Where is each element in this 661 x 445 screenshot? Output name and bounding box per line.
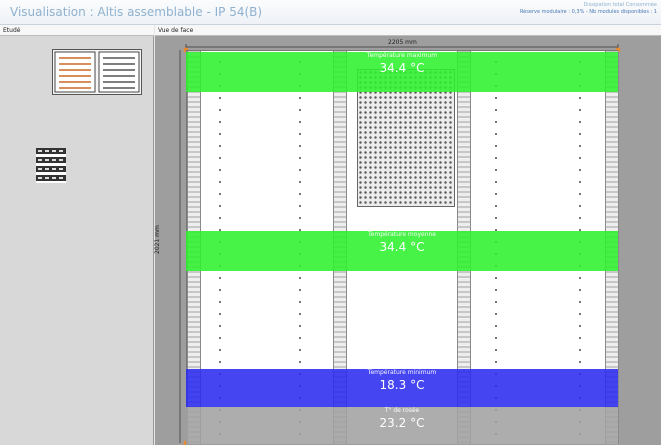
band-min-label: Température minimum — [367, 369, 437, 376]
width-dimension-label: 2205 mm — [388, 39, 417, 46]
band-max-value: 34.4 °C — [379, 61, 425, 75]
band-max-temperature: Température maximum 34.4 °C — [186, 52, 618, 92]
band-average-label: Température moyenne — [368, 231, 436, 238]
band-max-label: Température maximum — [366, 52, 438, 59]
band-dew-point-label: T° de rosée — [384, 407, 420, 414]
band-average-value: 34.4 °C — [379, 240, 425, 254]
band-average-temperature: Température moyenne 34.4 °C — [186, 231, 618, 271]
height-dimension-label: 2021 mm — [154, 225, 161, 254]
band-min-temperature: Température minimum 18.3 °C — [186, 369, 618, 407]
band-dew-point-value: 23.2 °C — [379, 416, 425, 430]
band-min-value: 18.3 °C — [379, 378, 425, 392]
band-dew-point: T° de rosée 23.2 °C — [186, 407, 618, 445]
